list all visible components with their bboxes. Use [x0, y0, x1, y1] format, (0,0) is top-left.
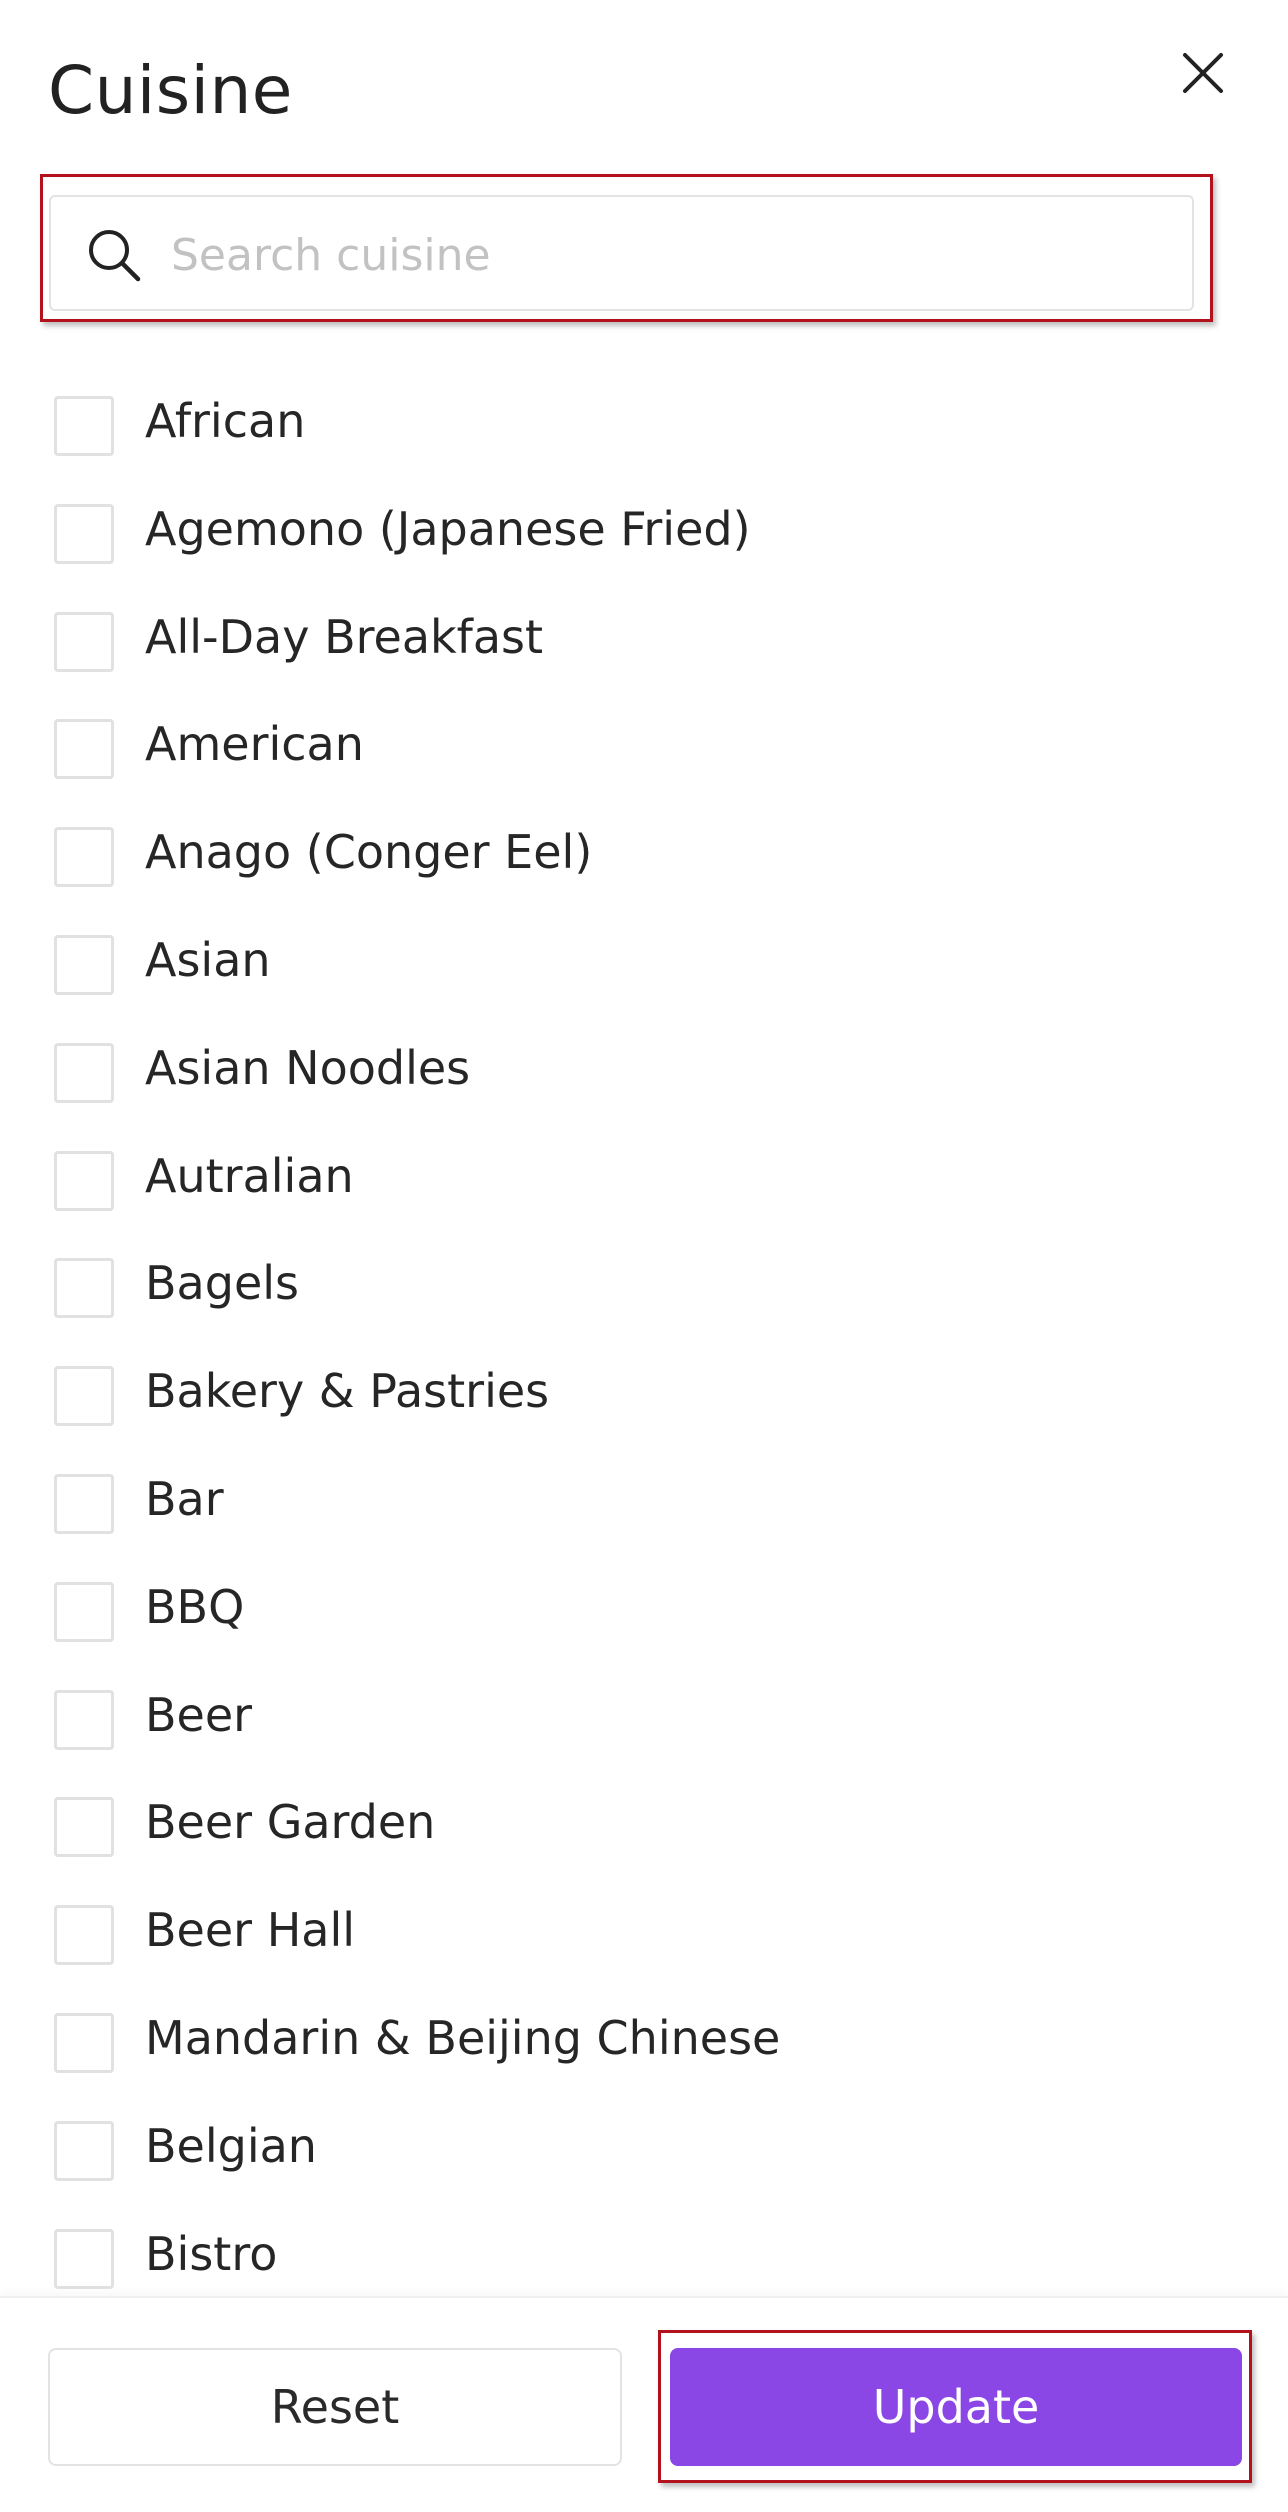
- list-item[interactable]: Bistro: [0, 2199, 1288, 2307]
- close-icon: [1183, 53, 1223, 93]
- checkbox[interactable]: [54, 935, 114, 995]
- reset-button[interactable]: Reset: [48, 2348, 622, 2466]
- cuisine-label: Agemono (Japanese Fried): [145, 502, 751, 556]
- cuisine-label: BBQ: [145, 1580, 245, 1634]
- list-item[interactable]: Bar: [0, 1444, 1288, 1552]
- cuisine-label: African: [145, 394, 306, 448]
- list-item[interactable]: American: [0, 689, 1288, 797]
- checkbox[interactable]: [54, 2121, 114, 2181]
- checkbox[interactable]: [54, 1258, 114, 1318]
- list-item[interactable]: BBQ: [0, 1552, 1288, 1660]
- checkbox[interactable]: [54, 2229, 114, 2289]
- page-title: Cuisine: [48, 52, 293, 129]
- cuisine-label: American: [145, 717, 364, 771]
- list-item[interactable]: Beer: [0, 1660, 1288, 1768]
- checkbox[interactable]: [54, 1151, 114, 1211]
- update-button[interactable]: Update: [670, 2348, 1242, 2466]
- checkbox[interactable]: [54, 1474, 114, 1534]
- list-item[interactable]: Mandarin & Beijing Chinese: [0, 1983, 1288, 2091]
- cuisine-label: All-Day Breakfast: [145, 610, 544, 664]
- list-item[interactable]: Bakery & Pastries: [0, 1336, 1288, 1444]
- cuisine-label: Asian Noodles: [145, 1041, 471, 1095]
- cuisine-label: Bar: [145, 1472, 224, 1526]
- cuisine-label: Belgian: [145, 2119, 317, 2173]
- search-input[interactable]: [171, 215, 1171, 295]
- cuisine-label: Beer Garden: [145, 1795, 436, 1849]
- checkbox[interactable]: [54, 612, 114, 672]
- cuisine-label: Bakery & Pastries: [145, 1364, 550, 1418]
- cuisine-label: Asian: [145, 933, 271, 987]
- close-button[interactable]: [1170, 40, 1236, 106]
- list-item[interactable]: Beer Garden: [0, 1767, 1288, 1875]
- cuisine-label: Bagels: [145, 1256, 299, 1310]
- search-field[interactable]: [49, 195, 1194, 311]
- checkbox[interactable]: [54, 1905, 114, 1965]
- checkbox[interactable]: [54, 504, 114, 564]
- list-item[interactable]: Beer Hall: [0, 1875, 1288, 1983]
- checkbox[interactable]: [54, 1797, 114, 1857]
- list-item[interactable]: Asian: [0, 905, 1288, 1013]
- checkbox[interactable]: [54, 1582, 114, 1642]
- cuisine-label: Beer: [145, 1688, 253, 1742]
- checkbox[interactable]: [54, 827, 114, 887]
- checkbox[interactable]: [54, 1690, 114, 1750]
- search-icon: [89, 230, 141, 282]
- checkbox[interactable]: [54, 1043, 114, 1103]
- list-item[interactable]: African: [0, 366, 1288, 474]
- cuisine-label: Bistro: [145, 2227, 278, 2281]
- checkbox[interactable]: [54, 2013, 114, 2073]
- cuisine-label: Anago (Conger Eel): [145, 825, 593, 879]
- cuisine-label: Beer Hall: [145, 1903, 356, 1957]
- list-item[interactable]: Belgian: [0, 2091, 1288, 2199]
- list-item[interactable]: Bagels: [0, 1228, 1288, 1336]
- list-item[interactable]: Autralian: [0, 1121, 1288, 1229]
- list-item[interactable]: Agemono (Japanese Fried): [0, 474, 1288, 582]
- cuisine-label: Mandarin & Beijing Chinese: [145, 2011, 781, 2065]
- list-item[interactable]: Asian Noodles: [0, 1013, 1288, 1121]
- list-item[interactable]: All-Day Breakfast: [0, 582, 1288, 690]
- cuisine-filter-sheet: Cuisine African Agemono (Japanese Fried) A…: [0, 0, 1288, 2512]
- list-item[interactable]: Anago (Conger Eel): [0, 797, 1288, 905]
- checkbox[interactable]: [54, 719, 114, 779]
- checkbox[interactable]: [54, 396, 114, 456]
- footer-actions: Reset Update: [0, 2296, 1288, 2512]
- cuisine-label: Autralian: [145, 1149, 354, 1203]
- checkbox[interactable]: [54, 1366, 114, 1426]
